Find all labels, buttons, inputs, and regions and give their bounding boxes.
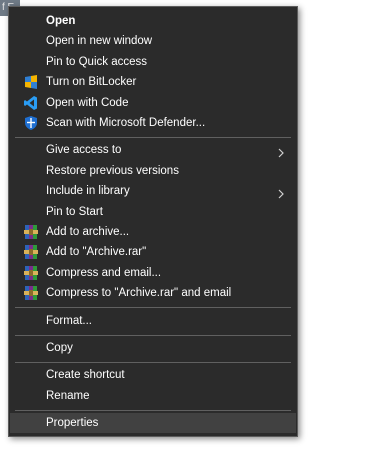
menu-item-copy[interactable]: Copy (10, 338, 296, 358)
menu-item-label: Create shortcut (46, 369, 125, 382)
menu-item-label: Give access to (46, 144, 122, 157)
menu-item-label: Open in new window (46, 35, 153, 48)
menu-item-pin-to-quick-access[interactable]: Pin to Quick access (10, 52, 296, 72)
menu-item-label: Add to "Archive.rar" (46, 246, 147, 259)
menu-item-label: Format... (46, 314, 93, 327)
menu-item-label: Compress to "Archive.rar" and email (46, 287, 232, 300)
winrar-icon (24, 265, 38, 280)
menu-item-label: Open with Code (46, 96, 129, 109)
menu-item-label: Copy (46, 342, 73, 354)
menu-separator (15, 307, 291, 309)
bitlocker-icon (24, 75, 38, 90)
menu-item-label: Properties (46, 417, 99, 430)
menu-item-compress-to-archive-rar-and-email[interactable]: Compress to "Archive.rar" and email (10, 283, 296, 303)
menu-item-restore-previous-versions[interactable]: Restore previous versions (10, 161, 296, 181)
menu-item-scan-with-microsoft-defender[interactable]: Scan with Microsoft Defender... (10, 113, 296, 133)
menu-item-label: Include in library (46, 185, 130, 198)
menu-item-label: Rename (46, 389, 90, 402)
winrar-icon (24, 286, 38, 301)
menu-item-open[interactable]: Open (10, 11, 296, 31)
menu-item-create-shortcut[interactable]: Create shortcut (10, 365, 296, 385)
menu-item-give-access-to[interactable]: Give access to (10, 140, 296, 160)
vscode-icon (24, 95, 38, 110)
menu-item-label: Compress and email... (46, 266, 162, 279)
menu-item-open-in-new-window[interactable]: Open in new window (10, 31, 296, 51)
menu-item-label: Pin to Start (46, 205, 103, 218)
defender-shield-icon (24, 116, 38, 130)
menu-item-compress-and-email[interactable]: Compress and email... (10, 263, 296, 283)
menu-item-open-with-code[interactable]: Open with Code (10, 93, 296, 113)
winrar-icon (24, 245, 38, 260)
menu-item-add-to-archive[interactable]: Add to archive... (10, 222, 296, 242)
menu-item-pin-to-start[interactable]: Pin to Start (10, 202, 296, 222)
menu-item-turn-on-bitlocker[interactable]: Turn on BitLocker (10, 72, 296, 92)
menu-item-add-to-archive-rar[interactable]: Add to "Archive.rar" (10, 242, 296, 262)
menu-item-format[interactable]: Format... (10, 311, 296, 331)
menu-item-properties[interactable]: Properties (10, 413, 296, 434)
menu-item-label: Pin to Quick access (46, 55, 147, 68)
winrar-icon (24, 225, 38, 239)
menu-separator (15, 136, 291, 138)
chevron-right-icon (276, 145, 286, 158)
menu-item-label: Scan with Microsoft Defender... (46, 117, 206, 129)
context-menu: Open Open in new window Pin to Quick acces… (8, 6, 298, 437)
menu-item-label: Open (46, 15, 76, 27)
menu-separator (15, 361, 291, 363)
menu-item-label: Add to archive... (46, 226, 130, 238)
chevron-right-icon (276, 186, 286, 199)
menu-separator (15, 409, 291, 411)
menu-item-include-in-library[interactable]: Include in library (10, 181, 296, 201)
menu-separator (15, 334, 291, 336)
menu-item-label: Restore previous versions (46, 164, 179, 177)
menu-item-rename[interactable]: Rename (10, 386, 296, 406)
menu-item-label: Turn on BitLocker (46, 76, 137, 89)
